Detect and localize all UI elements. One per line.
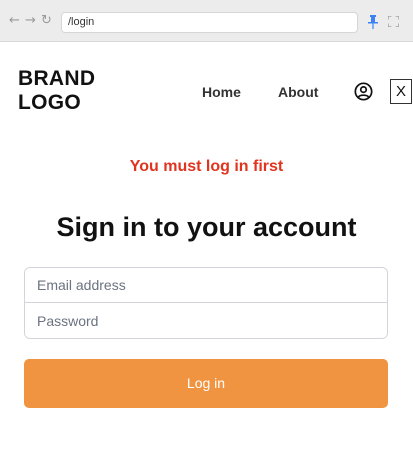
brand-logo-line1: BRAND [18,67,96,90]
reload-icon[interactable]: ↻ [41,14,52,28]
fullscreen-icon[interactable] [388,16,399,27]
address-bar[interactable]: /login [61,12,358,33]
close-button[interactable]: X [390,79,412,104]
password-field[interactable] [25,303,387,338]
nav-link-home[interactable]: Home [202,84,241,100]
email-field[interactable] [25,268,387,303]
pin-icon[interactable] [368,15,378,29]
page-title: Sign in to your account [56,212,357,242]
brand-logo[interactable]: BRAND LOGO [18,67,128,115]
nav-link-about[interactable]: About [278,84,318,100]
credentials-input-group [24,267,388,339]
user-circle-icon[interactable] [354,82,373,101]
forward-arrow-icon[interactable]: → [25,14,36,28]
browser-toolbar: ← → ↻ /login [0,0,413,42]
login-required-alert: You must log in first [129,158,284,175]
brand-logo-line2: LOGO [18,91,82,114]
login-button[interactable]: Log in [24,359,388,408]
back-arrow-icon[interactable]: ← [9,14,20,28]
